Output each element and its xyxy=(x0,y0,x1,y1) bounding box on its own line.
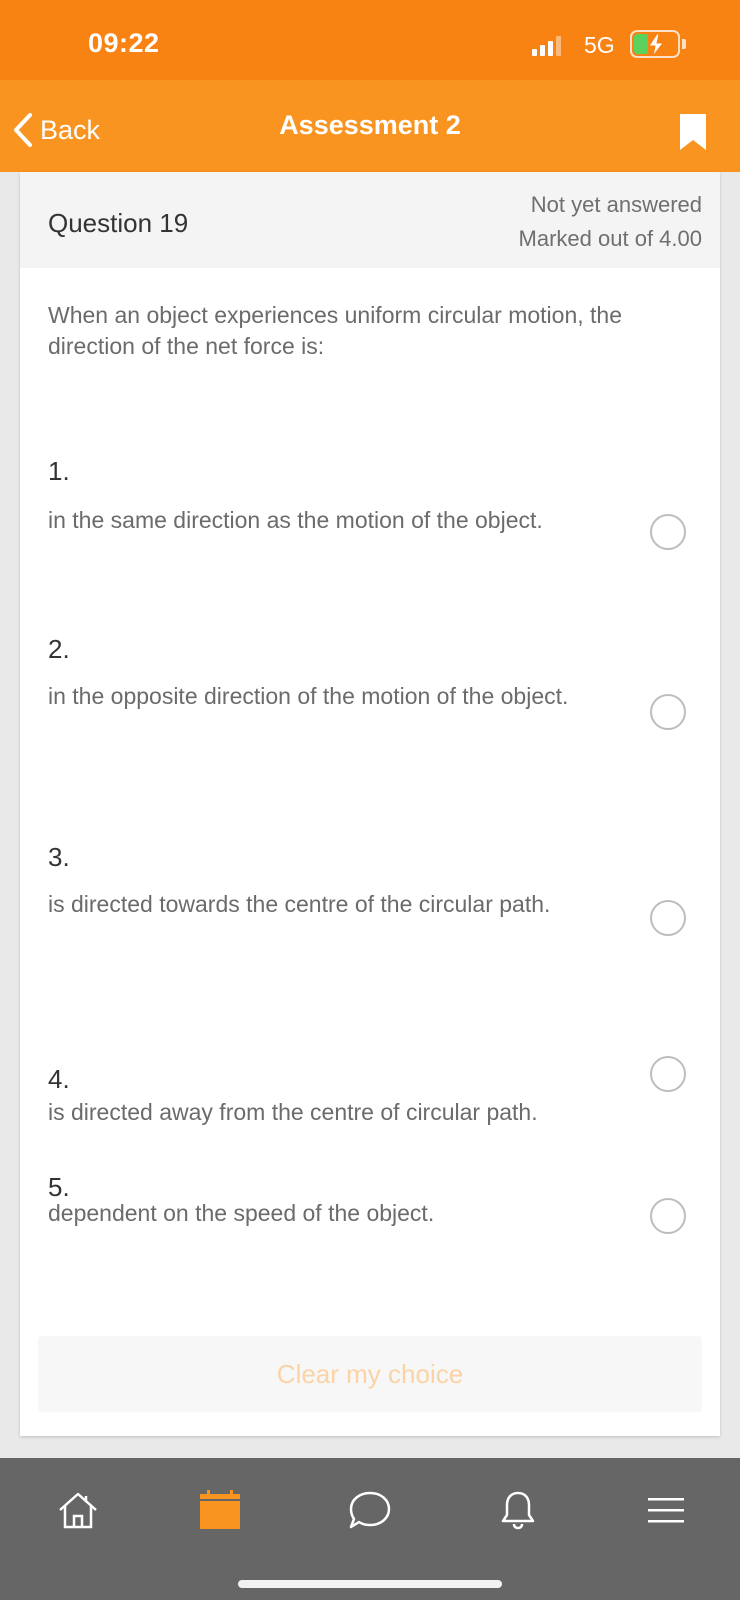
option-text: in the opposite direction of the motion … xyxy=(48,683,569,709)
battery-tip xyxy=(682,39,686,49)
chat-icon[interactable] xyxy=(340,1480,400,1540)
answer-status: Not yet answered xyxy=(530,192,702,217)
signal-bars-icon xyxy=(532,36,562,56)
question-header: Question 19 Not yet answered Marked out … xyxy=(20,172,720,268)
option-text: in the same direction as the motion of t… xyxy=(48,507,543,533)
battery-charging-icon xyxy=(630,30,680,58)
bookmark-icon[interactable] xyxy=(678,112,708,152)
network-label: 5G xyxy=(584,32,615,58)
calendar-icon[interactable] xyxy=(190,1480,250,1540)
option-5-radio[interactable] xyxy=(650,1198,686,1234)
option-1-radio[interactable] xyxy=(650,514,686,550)
question-number: Question 19 xyxy=(48,208,189,238)
option-number: 2. xyxy=(48,634,70,664)
clear-choice-button[interactable]: Clear my choice xyxy=(38,1336,702,1412)
option-number: 3. xyxy=(48,842,70,872)
option-3-radio[interactable] xyxy=(650,900,686,936)
option-text: is directed away from the centre of circ… xyxy=(48,1099,538,1125)
option-number: 1. xyxy=(48,456,70,486)
tab-bar xyxy=(0,1458,740,1600)
marks-label: Marked out of 4.00 xyxy=(518,226,702,251)
page-title: Assessment 2 xyxy=(279,110,461,140)
option-2-radio[interactable] xyxy=(650,694,686,730)
bell-icon[interactable] xyxy=(488,1480,548,1540)
status-time: 09:22 xyxy=(88,28,160,58)
option-4-radio[interactable] xyxy=(650,1056,686,1092)
option-text: dependent on the speed of the object. xyxy=(48,1200,435,1226)
question-text: When an object experiences uniform circu… xyxy=(48,302,623,359)
home-icon[interactable] xyxy=(48,1480,108,1540)
option-text: is directed towards the centre of the ci… xyxy=(48,891,551,917)
option-number: 4. xyxy=(48,1064,70,1094)
menu-icon[interactable] xyxy=(636,1480,696,1540)
question-card: Question 19 Not yet answered Marked out … xyxy=(20,172,720,1436)
question-status: Not yet answered Marked out of 4.00 xyxy=(519,188,702,256)
home-indicator xyxy=(238,1580,502,1588)
